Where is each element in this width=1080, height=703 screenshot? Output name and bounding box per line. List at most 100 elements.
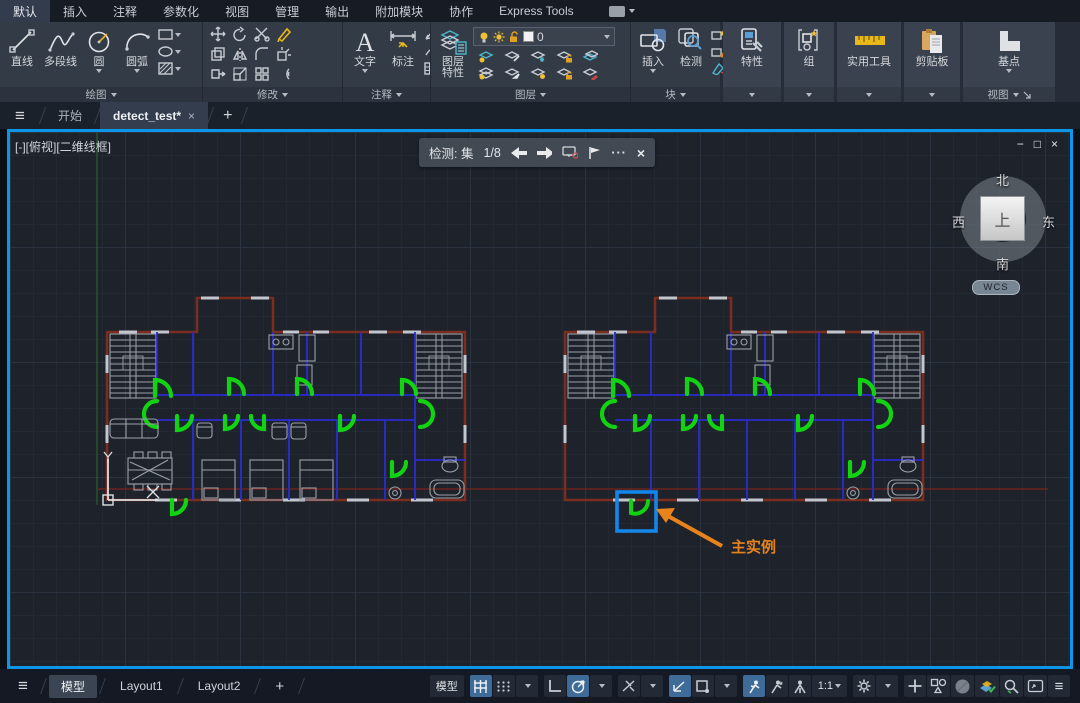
layout1-tab[interactable]: Layout1 (108, 676, 175, 696)
layer-lock-icon[interactable] (556, 48, 572, 63)
rotate-tool-icon[interactable] (232, 27, 248, 42)
layer-unlock-icon[interactable] (556, 65, 572, 80)
scale-button[interactable]: 1:1 (812, 675, 847, 697)
new-drawing-button[interactable]: + (213, 102, 242, 129)
flag-icon[interactable] (588, 146, 601, 159)
viewcube-south[interactable]: 南 (996, 254, 1009, 273)
layer-thaw-icon[interactable] (530, 65, 546, 80)
array-tool-icon[interactable] (254, 67, 270, 82)
model-space-button[interactable]: 模型 (430, 675, 464, 697)
layer-match-icon[interactable] (582, 48, 598, 63)
move-tool-icon[interactable] (210, 27, 226, 42)
close-tab-icon[interactable]: × (188, 109, 195, 123)
tab-collaborate[interactable]: 协作 (436, 0, 486, 22)
minimize-icon[interactable]: − (1017, 137, 1024, 151)
file-tab-start[interactable]: 开始 (45, 102, 95, 129)
fullscreen-button[interactable] (1024, 675, 1047, 697)
rectangle-tool-icon[interactable] (157, 27, 173, 42)
annotation-scale-button[interactable] (789, 675, 811, 697)
basepoint-button[interactable]: 基点 (991, 25, 1027, 74)
layer-prev-icon[interactable] (504, 65, 520, 80)
panel-block-footer[interactable]: 块 (631, 87, 720, 102)
door-arc[interactable] (172, 500, 186, 514)
insert-block-button[interactable]: 插入 (635, 25, 671, 74)
layer-properties-button[interactable]: 图层特性 (435, 25, 471, 80)
osnap-toggle[interactable] (692, 675, 714, 697)
file-tabs-menu-button[interactable]: ≡ (0, 102, 40, 129)
annotation-autoscale-toggle[interactable] (766, 675, 788, 697)
panel-properties-footer[interactable] (723, 87, 781, 102)
close-icon[interactable]: × (1051, 137, 1058, 151)
close-detect-icon[interactable]: × (637, 145, 645, 161)
group-button[interactable]: 组 (791, 25, 827, 69)
polar-toggle[interactable] (567, 675, 589, 697)
isoplane-dropdown[interactable] (641, 675, 663, 697)
clipboard-button[interactable]: 剪贴板 (914, 25, 951, 69)
ellipse-tool-icon[interactable] (157, 44, 173, 59)
more-options-icon[interactable]: ··· (611, 146, 627, 160)
model-tab[interactable]: 模型 (49, 675, 97, 698)
properties-button[interactable]: 特性 (734, 25, 770, 69)
isolate-objects-button[interactable] (927, 675, 950, 697)
building-right[interactable] (565, 298, 923, 500)
offset-tool-icon[interactable] (276, 67, 292, 82)
file-tab-detect-test[interactable]: detect_test* × (100, 102, 208, 129)
stretch-tool-icon[interactable] (210, 67, 226, 82)
ortho-toggle[interactable] (544, 675, 566, 697)
isoplane-toggle[interactable] (618, 675, 640, 697)
layer-isolate-icon[interactable] (504, 48, 520, 63)
fillet-tool-icon[interactable] (254, 47, 270, 62)
layer-freeze-icon[interactable] (530, 48, 546, 63)
mirror-tool-icon[interactable] (232, 47, 248, 62)
panel-draw-footer[interactable]: 绘图 (0, 87, 202, 102)
panel-layer-footer[interactable]: 图层 (431, 87, 630, 102)
panel-group-footer[interactable] (784, 87, 834, 102)
viewcube-top-face[interactable]: 上 (980, 196, 1025, 241)
panel-launcher-icon[interactable] (1023, 91, 1031, 99)
next-arrow-icon[interactable] (537, 147, 553, 159)
mark-instance-icon[interactable] (562, 146, 578, 159)
snap-toggle[interactable] (493, 675, 515, 697)
tab-output[interactable]: 输出 (312, 0, 362, 22)
hatch-tool-icon[interactable] (157, 61, 173, 76)
polar-dropdown[interactable] (590, 675, 612, 697)
new-layout-button[interactable]: + (263, 675, 296, 698)
layer-on-icon[interactable] (478, 65, 494, 80)
text-button[interactable]: A 文字 (347, 25, 383, 74)
polyline-button[interactable]: 多段线 (42, 25, 79, 69)
annotation-visibility-toggle[interactable] (743, 675, 765, 697)
osnap-dropdown[interactable] (715, 675, 737, 697)
tab-express-tools[interactable]: Express Tools (486, 0, 586, 22)
drawing-canvas[interactable]: [-][俯视][二维线框] − □ × 检测: 集 1/8 ··· × (10, 132, 1070, 666)
tab-annotate[interactable]: 注释 (100, 0, 150, 22)
explode-tool-icon[interactable] (276, 47, 292, 62)
dimension-button[interactable]: 标注 (385, 25, 421, 69)
layer-dropdown[interactable]: 0 (473, 27, 615, 46)
annotation-monitor-button[interactable] (904, 675, 926, 697)
copy-tool-icon[interactable] (210, 47, 226, 62)
viewcube-north[interactable]: 北 (996, 170, 1009, 189)
utilities-button[interactable]: 实用工具 (845, 25, 893, 69)
graphics-performance-button[interactable] (975, 675, 999, 697)
panel-view-footer[interactable]: 视图 (963, 87, 1055, 102)
line-button[interactable]: 直线 (4, 25, 40, 69)
panel-clipboard-footer[interactable] (904, 87, 960, 102)
arc-button[interactable]: 圆弧 (119, 25, 155, 74)
panel-modify-footer[interactable]: 修改 (203, 87, 342, 102)
grid-toggle[interactable] (470, 675, 492, 697)
customization-button[interactable]: ≡ (1048, 675, 1070, 697)
scale-tool-icon[interactable] (232, 67, 248, 82)
previous-arrow-icon[interactable] (511, 147, 527, 159)
building-left[interactable] (107, 298, 465, 514)
ribbon-display-button[interactable] (601, 0, 643, 22)
tab-view[interactable]: 视图 (212, 0, 262, 22)
tab-manage[interactable]: 管理 (262, 0, 312, 22)
layer-merge-icon[interactable] (582, 65, 598, 80)
restore-icon[interactable]: □ (1034, 137, 1041, 151)
wcs-badge[interactable]: WCS (972, 280, 1020, 295)
clean-screen-button[interactable] (951, 675, 974, 697)
erase-tool-icon[interactable] (276, 27, 292, 42)
tab-insert[interactable]: 插入 (50, 0, 100, 22)
layout-menu-button[interactable]: ≡ (6, 676, 40, 696)
viewcube-west[interactable]: 西 (952, 212, 965, 231)
